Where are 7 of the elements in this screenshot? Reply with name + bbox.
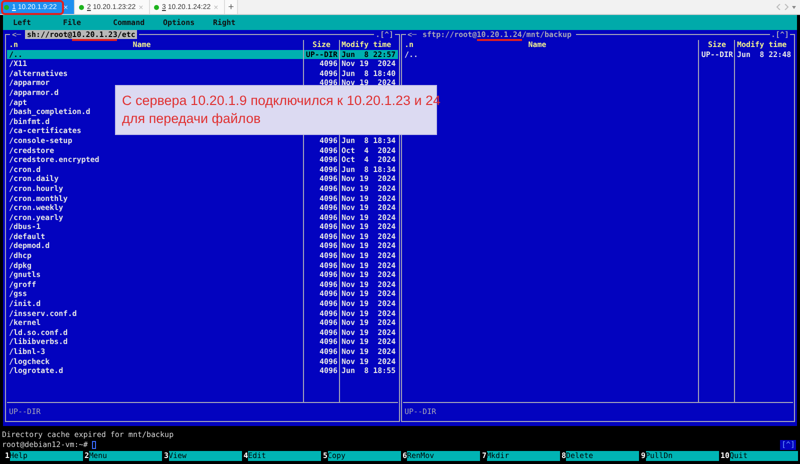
- text-cursor: [92, 441, 96, 449]
- annotation-underline: [72, 39, 118, 41]
- status-dot-icon: [79, 4, 84, 10]
- annotation-underline: [476, 39, 522, 41]
- status-dot-icon: [154, 4, 159, 10]
- new-tab-button[interactable]: +: [225, 0, 238, 14]
- status-dot-icon: [4, 4, 9, 10]
